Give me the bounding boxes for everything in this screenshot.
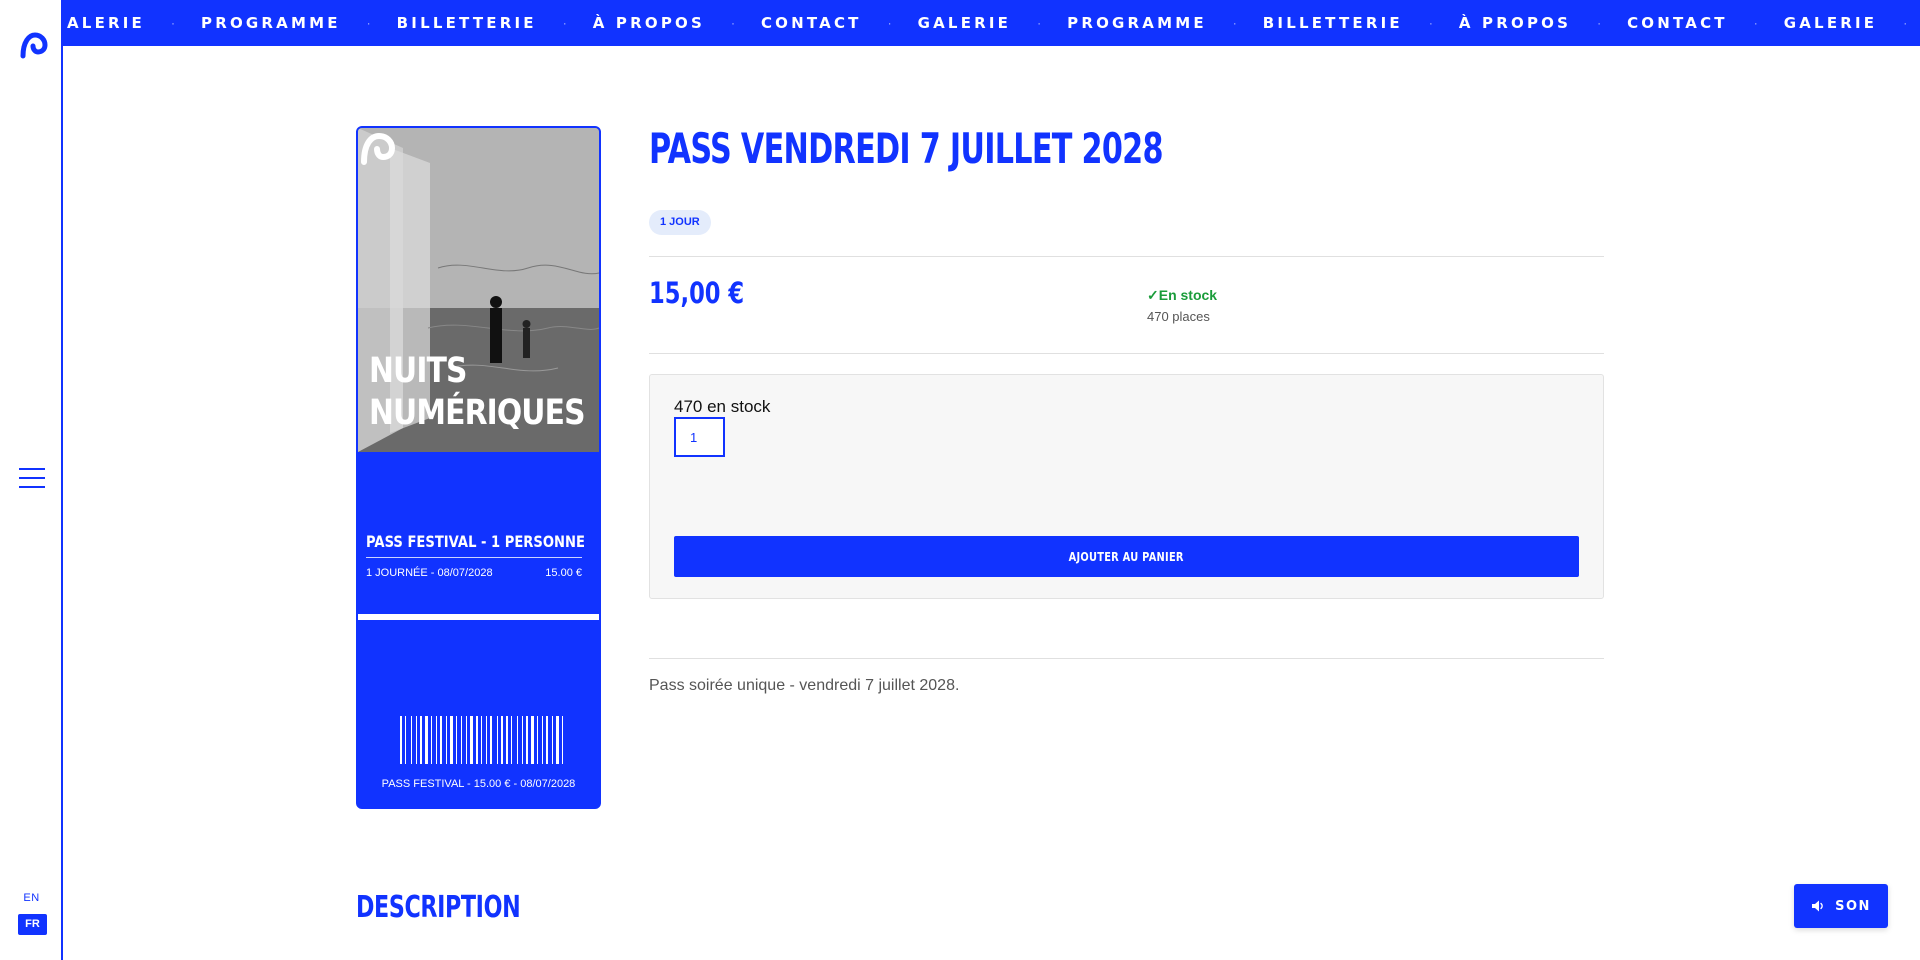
nav-link[interactable]: GALERIE (1758, 14, 1904, 32)
nav-link[interactable]: GALERIE (892, 14, 1038, 32)
ticket-image: NUITS NUMÉRIQUES PASS FESTIVAL - 1 PERSO… (356, 126, 601, 809)
marquee-track: ALERIE · PROGRAMME · BILLETTERIE · À PROPOS · CO… (63, 0, 1920, 46)
nav-link[interactable]: À PROPOS (567, 14, 731, 32)
nav-link[interactable]: PROGRAMME (1907, 14, 1920, 32)
ticket-meta-price: 15.00 € (545, 567, 582, 579)
arch-logo-icon[interactable] (19, 30, 49, 60)
nav-link[interactable]: PROGRAMME (1041, 14, 1233, 32)
ticket-title-line1: NUITS (369, 351, 467, 391)
divider (649, 353, 1604, 354)
nav-link[interactable]: À PROPOS (1433, 14, 1597, 32)
ticket-footer: PASS FESTIVAL - 15.00 € - 08/07/2028 (381, 778, 576, 790)
hamburger-menu-icon[interactable] (19, 468, 45, 490)
description-heading: DESCRIPTION (356, 890, 521, 925)
places-count: 470 places (1147, 309, 1210, 324)
divider (649, 658, 1604, 659)
lang-fr-button[interactable]: FR (18, 914, 47, 935)
nav-link[interactable]: BILLETTERIE (1237, 14, 1429, 32)
price: 15,00 € (649, 276, 745, 310)
nav-link[interactable]: BILLETTERIE (371, 14, 563, 32)
ticket-meta: 1 JOURNÉE - 08/07/2028 15.00 € (366, 567, 582, 579)
ticket-separator (358, 614, 599, 620)
nav-link[interactable]: PROGRAMME (175, 14, 367, 32)
marquee-nav: ALERIE · PROGRAMME · BILLETTERIE · À PROPOS · CO… (63, 0, 1920, 46)
ticket-photo: NUITS NUMÉRIQUES (358, 128, 599, 452)
add-to-cart-label: AJOUTER AU PANIER (1068, 549, 1185, 564)
ticket-meta-date: 1 JOURNÉE - 08/07/2028 (366, 567, 493, 579)
page-title: PASS VENDREDI 7 JUILLET 2028 (649, 124, 1164, 173)
sound-toggle-button[interactable]: SON (1794, 884, 1888, 928)
divider (649, 256, 1604, 257)
ticket-title-line2: NUMÉRIQUES (369, 393, 586, 433)
lang-en-link[interactable]: EN (0, 892, 63, 904)
duration-badge: 1 JOUR (649, 210, 711, 235)
nav-link[interactable]: ALERIE (63, 14, 171, 32)
short-description: Pass soirée unique - vendredi 7 juillet … (649, 677, 960, 694)
barcode-icon (400, 716, 563, 764)
stock-line: 470 en stock (674, 397, 771, 416)
stock-status: ✓En stock (1147, 287, 1218, 303)
quantity-input[interactable] (674, 417, 725, 457)
nav-link[interactable]: CONTACT (735, 14, 888, 32)
speaker-icon (1812, 900, 1823, 912)
add-to-cart-button[interactable]: AJOUTER AU PANIER (674, 536, 1579, 577)
ticket-event-title: NUITS NUMÉRIQUES (369, 350, 586, 434)
ticket-brand-logo-icon (361, 132, 396, 165)
ticket-pass-name: PASS FESTIVAL - 1 PERSONNE (366, 532, 585, 551)
add-to-cart-form: 470 en stock AJOUTER AU PANIER (649, 374, 1604, 599)
sound-label: SON (1835, 898, 1871, 914)
ticket-divider (366, 557, 582, 558)
nav-link[interactable]: CONTACT (1601, 14, 1754, 32)
sidebar-rail: EN FR (0, 0, 63, 960)
